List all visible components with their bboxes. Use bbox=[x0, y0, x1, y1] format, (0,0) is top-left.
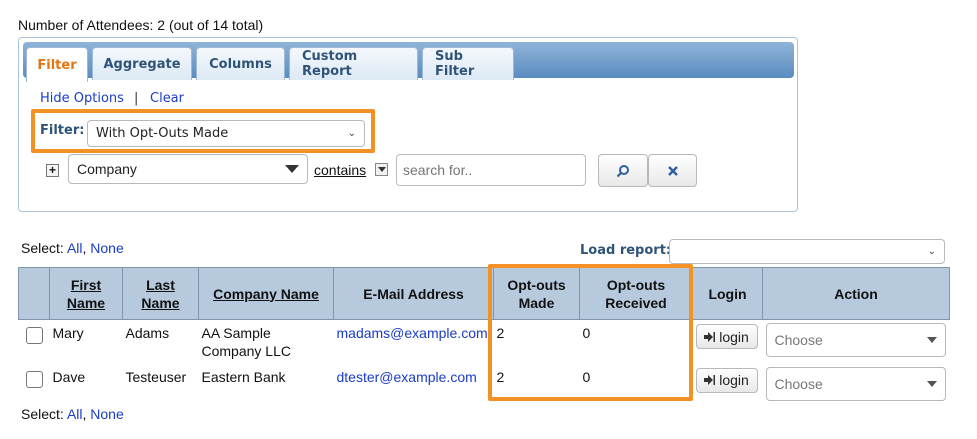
load-report-select[interactable]: ⌄ bbox=[669, 239, 945, 264]
tab-bar: Filter Aggregate Columns Custom Report S… bbox=[23, 42, 794, 82]
caret-down-icon bbox=[926, 380, 937, 387]
caret-down-icon bbox=[377, 167, 386, 172]
last-name-cell: Testeuser bbox=[122, 363, 199, 408]
action-select[interactable]: Choose bbox=[765, 323, 946, 357]
action-header: Action bbox=[762, 267, 950, 320]
login-button[interactable]: login bbox=[695, 367, 758, 393]
clear-search-button[interactable] bbox=[648, 154, 697, 187]
select-none-link[interactable]: None bbox=[90, 240, 123, 256]
login-arrow-icon bbox=[704, 331, 716, 342]
operator-label[interactable]: contains bbox=[314, 162, 366, 178]
select-links-bottom: Select: All, None bbox=[21, 406, 124, 422]
first-name-cell: Dave bbox=[49, 363, 123, 408]
magnifier-icon bbox=[616, 164, 629, 177]
row-checkbox[interactable] bbox=[25, 370, 43, 388]
company-cell: Eastern Bank bbox=[198, 363, 334, 408]
email-link[interactable]: dtester@example.com bbox=[337, 369, 477, 385]
company-name-header[interactable]: Company Name bbox=[198, 267, 334, 320]
select-all-link[interactable]: All bbox=[67, 240, 83, 256]
tab-custom-report[interactable]: Custom Report bbox=[289, 47, 418, 80]
select-label: Select: bbox=[21, 240, 64, 256]
hide-options-link[interactable]: Hide Options bbox=[40, 91, 124, 106]
email-link[interactable]: madams@example.com bbox=[337, 325, 488, 341]
filter-select-value: With Opt-Outs Made bbox=[96, 126, 229, 141]
filter-select[interactable]: With Opt-Outs Made ⌄ bbox=[87, 120, 365, 147]
action-select[interactable]: Choose bbox=[765, 366, 946, 401]
first-name-header[interactable]: First Name bbox=[49, 267, 123, 320]
select-all-link[interactable]: All bbox=[67, 406, 83, 422]
tab-columns[interactable]: Columns bbox=[196, 47, 285, 80]
login-button[interactable]: login bbox=[695, 324, 758, 349]
select-comma: , bbox=[82, 240, 87, 256]
select-comma: , bbox=[82, 406, 87, 422]
tab-sub-filter[interactable]: Sub Filter bbox=[422, 47, 514, 80]
table-row: Dave Testeuser Eastern Bank dtester@exam… bbox=[18, 363, 950, 408]
filter-label: Filter: bbox=[40, 123, 85, 138]
load-report-label: Load report: bbox=[580, 243, 672, 258]
chevron-down-icon: ⌄ bbox=[347, 128, 356, 139]
filter-panel: Filter Aggregate Columns Custom Report S… bbox=[18, 37, 798, 212]
field-select-value: Company bbox=[77, 161, 137, 177]
company-cell: AA Sample Company LLC bbox=[198, 319, 334, 364]
email-header: E-Mail Address bbox=[333, 267, 494, 320]
select-links-top: Select: All, None bbox=[21, 240, 124, 256]
attendees-table: First Name Last Name Company Name E-Mail A… bbox=[18, 267, 950, 408]
select-label: Select: bbox=[21, 406, 64, 422]
search-button[interactable] bbox=[598, 154, 648, 187]
login-header: Login bbox=[692, 267, 763, 320]
caret-down-icon bbox=[285, 165, 299, 173]
tab-filter[interactable]: Filter bbox=[26, 47, 88, 82]
operator-dropdown[interactable] bbox=[375, 163, 388, 176]
login-arrow-icon bbox=[704, 375, 716, 385]
select-column-header bbox=[18, 267, 50, 320]
first-name-cell: Mary bbox=[49, 319, 123, 364]
optouts-highlight bbox=[488, 264, 693, 401]
chevron-down-icon: ⌄ bbox=[927, 246, 936, 257]
tab-aggregate[interactable]: Aggregate bbox=[92, 47, 192, 80]
field-select[interactable]: Company bbox=[68, 154, 308, 184]
select-none-link[interactable]: None bbox=[90, 406, 123, 422]
options-separator: | bbox=[134, 91, 139, 106]
attendee-count: Number of Attendees: 2 (out of 14 total) bbox=[18, 17, 264, 33]
table-header-row: First Name Last Name Company Name E-Mail A… bbox=[18, 267, 950, 320]
caret-down-icon bbox=[926, 337, 937, 343]
table-row: Mary Adams AA Sample Company LLC madams@… bbox=[18, 319, 950, 364]
x-icon bbox=[667, 165, 678, 176]
last-name-cell: Adams bbox=[122, 319, 199, 364]
add-criteria-button[interactable]: + bbox=[46, 164, 59, 177]
clear-link[interactable]: Clear bbox=[150, 91, 184, 106]
row-checkbox[interactable] bbox=[25, 327, 43, 344]
last-name-header[interactable]: Last Name bbox=[122, 267, 199, 320]
search-input[interactable] bbox=[396, 154, 586, 186]
